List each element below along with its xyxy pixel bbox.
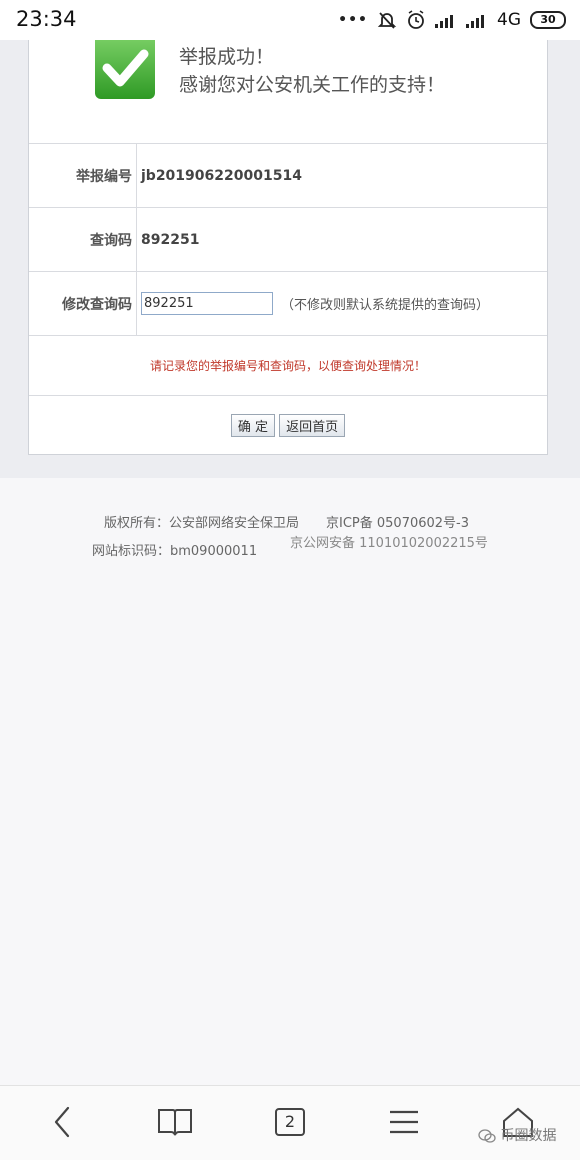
confirm-button[interactable]: 确 定 xyxy=(230,413,276,437)
wechat-icon xyxy=(478,1129,496,1143)
watermark: 币圈数据 xyxy=(478,1125,556,1145)
watermark-text: 币圈数据 xyxy=(500,1128,557,1144)
modify-code-hint: （不修改则默认系统提供的查询码） xyxy=(281,298,490,313)
browser-bottom-nav: 2 xyxy=(0,1085,580,1160)
signal-icon-2 xyxy=(466,15,484,28)
more-dots-icon: ••• xyxy=(338,12,368,28)
status-icons: ••• 4G 30 xyxy=(338,9,566,31)
nav-back-button[interactable] xyxy=(40,1102,84,1142)
query-code-value: 892251 xyxy=(141,231,200,248)
bookmarks-icon xyxy=(158,1109,192,1136)
signal-icon-1 xyxy=(435,15,453,28)
success-row: 举报成功！ 感谢您对公安机关工作的支持！ xyxy=(29,40,547,144)
modify-code-row: 修改查询码 （不修改则默认系统提供的查询码） xyxy=(29,272,547,336)
battery-icon: 30 xyxy=(530,11,566,29)
status-time: 23:34 xyxy=(16,7,77,31)
report-number-row: 举报编号 jb201906220001514 xyxy=(29,144,547,208)
button-row: 确 定 返回首页 xyxy=(29,396,547,454)
notice-text: 请记录您的举报编号和查询码，以便查询处理情况！ xyxy=(149,359,426,373)
status-bar: 23:34 ••• 4G 30 xyxy=(0,0,580,40)
back-home-button[interactable]: 返回首页 xyxy=(279,413,346,437)
menu-icon xyxy=(390,1110,418,1134)
footer-site-id: 网站标识码：bm09000011 xyxy=(92,544,258,559)
success-message: 感谢您对公安机关工作的支持！ xyxy=(179,74,446,96)
footer-copyright: 版权所有：公安部网络安全保卫局 xyxy=(104,516,300,531)
network-type: 4G xyxy=(497,10,521,30)
button-group: 确 定 返回首页 xyxy=(29,396,547,454)
success-check-icon xyxy=(95,40,155,99)
report-result-panel: 举报成功！ 感谢您对公安机关工作的支持！ 举报编号 jb201906220001… xyxy=(28,40,548,455)
success-title: 举报成功！ xyxy=(179,46,275,68)
nav-bookmarks-button[interactable] xyxy=(153,1102,197,1142)
alarm-off-icon xyxy=(377,12,397,29)
nav-menu-button[interactable] xyxy=(382,1102,426,1142)
query-code-row: 查询码 892251 xyxy=(29,208,547,272)
nav-tabs-button[interactable]: 2 xyxy=(268,1102,312,1142)
footer-icp[interactable]: 京ICP备 05070602号-3 xyxy=(326,512,469,531)
notice-row: 请记录您的举报编号和查询码，以便查询处理情况！ xyxy=(29,336,547,396)
query-code-input[interactable] xyxy=(141,292,273,315)
modify-code-field-wrap: （不修改则默认系统提供的查询码） xyxy=(141,272,489,335)
report-number-value: jb201906220001514 xyxy=(141,167,302,184)
alarm-icon xyxy=(408,10,424,29)
tabs-icon: 2 xyxy=(275,1108,305,1136)
report-number-label: 举报编号 xyxy=(29,144,137,207)
footer-security-record[interactable]: 京公网安备 11010102002215号 xyxy=(290,532,488,551)
query-code-label: 查询码 xyxy=(29,208,137,271)
back-icon xyxy=(54,1106,70,1138)
modify-code-label: 修改查询码 xyxy=(29,272,137,335)
